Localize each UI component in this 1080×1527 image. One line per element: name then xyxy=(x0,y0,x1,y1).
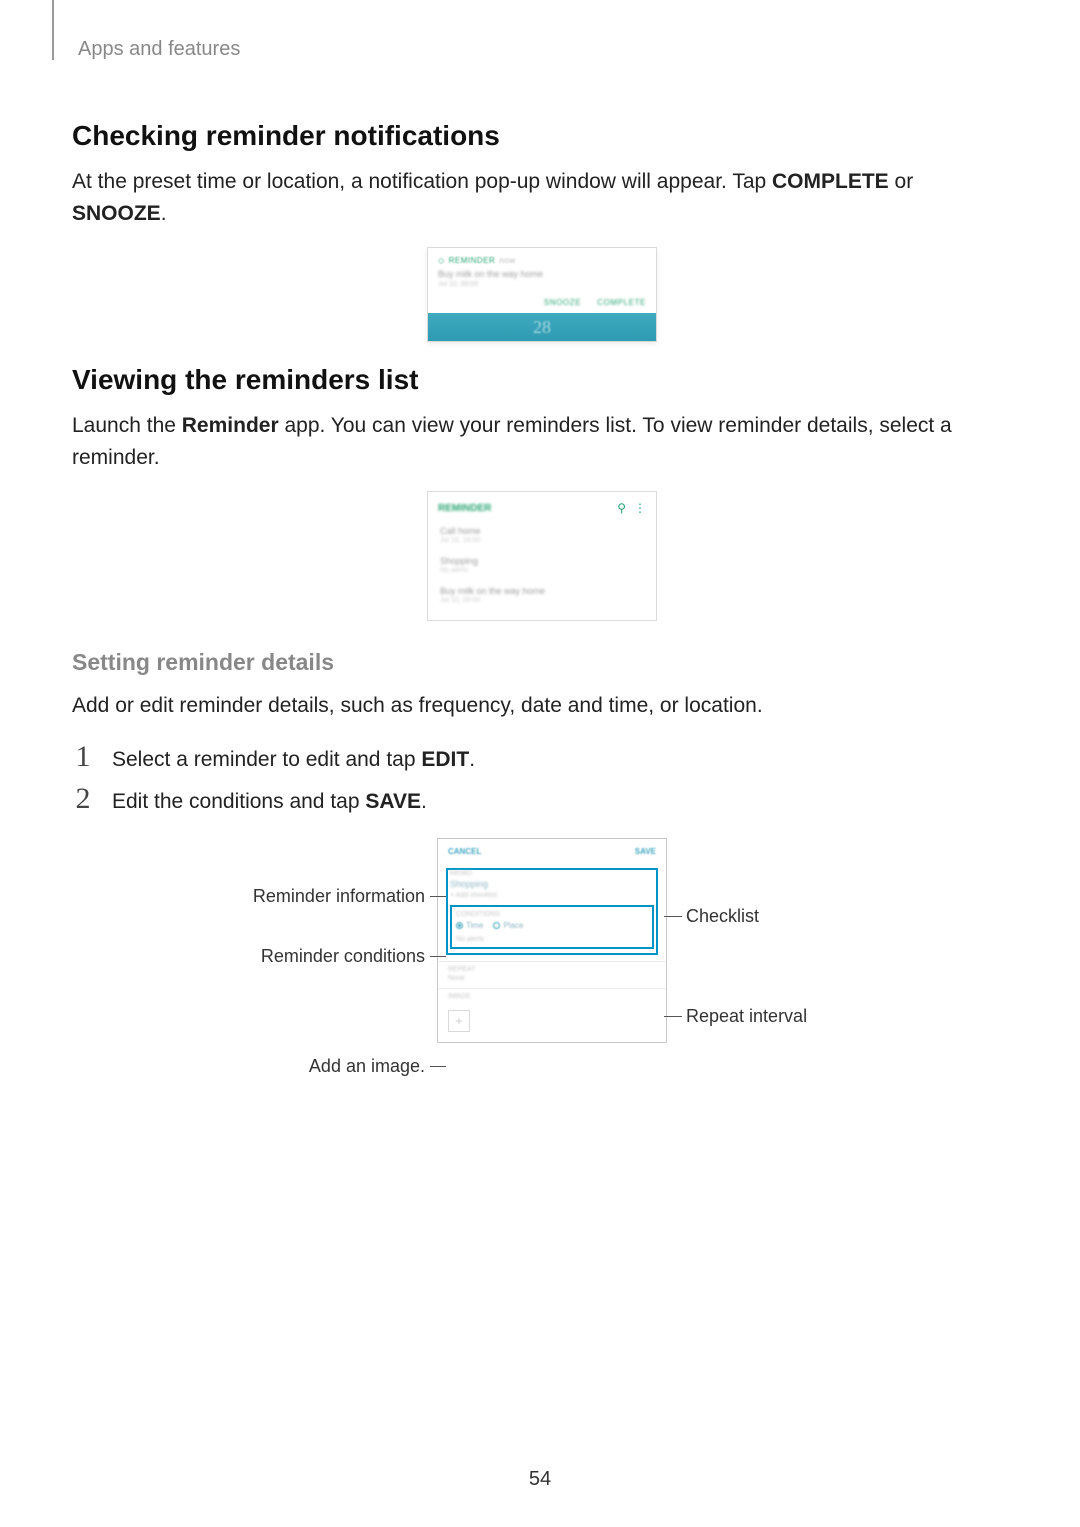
notification-actions: SNOOZE COMPLETE xyxy=(428,294,656,313)
list-item-title: Shopping xyxy=(440,556,644,566)
radio-time[interactable]: Time xyxy=(456,921,483,930)
page-edge-indicator xyxy=(52,0,54,60)
breadcrumb: Apps and features xyxy=(78,38,240,61)
page-content: Checking reminder notifications At the p… xyxy=(72,100,1012,1138)
radio-dot-icon xyxy=(493,922,500,929)
text: or xyxy=(889,170,914,193)
step-text: Select a reminder to edit and tap EDIT. xyxy=(112,748,475,772)
conditions-radio-row: Time Place xyxy=(456,921,648,930)
callout-line xyxy=(664,916,682,917)
para-setting-details: Add or edit reminder details, such as fr… xyxy=(72,690,1012,722)
radio-place-label: Place xyxy=(503,921,523,930)
bold-save: SAVE xyxy=(365,790,421,813)
callout-reminder-information: Reminder information xyxy=(217,886,425,907)
bold-reminder: Reminder xyxy=(182,414,279,437)
list-item[interactable]: Shopping No alerts xyxy=(428,550,656,580)
repeat-value[interactable]: None xyxy=(448,975,656,982)
bold-edit: EDIT xyxy=(421,748,469,771)
text: . xyxy=(421,790,427,813)
callout-repeat-interval: Repeat interval xyxy=(686,1006,807,1027)
add-image-button[interactable]: + xyxy=(448,1010,470,1032)
heading-checking-notifications: Checking reminder notifications xyxy=(72,120,1012,152)
search-icon[interactable]: ⚲ xyxy=(617,502,626,514)
callout-checklist: Checklist xyxy=(686,906,759,927)
cancel-button[interactable]: CANCEL xyxy=(448,847,481,856)
list-item[interactable]: Call home Jul 10, 16:00 xyxy=(428,520,656,550)
callout-line xyxy=(430,896,446,897)
repeat-section: REPEAT None xyxy=(438,961,666,988)
conditions-label: CONDITIONS xyxy=(456,911,648,918)
no-alerts-text: No alerts xyxy=(456,936,648,943)
para-viewing-list: Launch the Reminder app. You can view yo… xyxy=(72,410,1012,473)
radio-time-label: Time xyxy=(466,921,483,930)
list-item-title: Call home xyxy=(440,526,644,536)
figure-edit-reminder: CANCEL SAVE MEMO Shopping + Add checklis… xyxy=(162,838,922,1138)
complete-button[interactable]: COMPLETE xyxy=(597,298,646,307)
highlight-info-section: MEMO Shopping + Add checklist CONDITIONS… xyxy=(446,868,658,955)
callout-line xyxy=(664,1016,682,1017)
notification-title: Buy milk on the way home xyxy=(438,269,646,279)
bold-complete: COMPLETE xyxy=(772,170,889,193)
notification-subtitle: Jul 10, 09:00 xyxy=(438,281,646,288)
callout-line xyxy=(430,956,446,957)
reminder-list-card: REMINDER ⚲ ⋮ Call home Jul 10, 16:00 Sho… xyxy=(427,491,657,621)
callout-line xyxy=(430,1066,446,1067)
figure-notification-popup: ◇ REMINDER now Buy milk on the way home … xyxy=(72,247,1012,342)
reminder-list-header: REMINDER ⚲ ⋮ xyxy=(428,492,656,520)
page-number: 54 xyxy=(0,1468,1080,1491)
image-label: IMAGE xyxy=(448,993,656,1000)
callout-add-image: Add an image. xyxy=(217,1056,425,1077)
memo-field[interactable]: Shopping xyxy=(450,879,654,889)
callout-reminder-conditions: Reminder conditions xyxy=(217,946,425,967)
notification-card: ◇ REMINDER now Buy milk on the way home … xyxy=(427,247,657,342)
repeat-label: REPEAT xyxy=(448,966,656,973)
step-row: 2 Edit the conditions and tap SAVE. xyxy=(72,782,1012,816)
plus-icon: + xyxy=(455,1014,462,1028)
step-number-2: 2 xyxy=(72,782,94,816)
snooze-button[interactable]: SNOOZE xyxy=(544,298,581,307)
notification-source: REMINDER xyxy=(449,256,496,265)
lightbulb-icon: ◇ xyxy=(438,256,445,265)
more-icon[interactable]: ⋮ xyxy=(634,502,646,514)
para-checking-notifications: At the preset time or location, a notifi… xyxy=(72,166,1012,229)
clock-display: 28 xyxy=(533,317,551,338)
edit-reminder-card: CANCEL SAVE MEMO Shopping + Add checklis… xyxy=(437,838,667,1043)
heading-setting-details: Setting reminder details xyxy=(72,649,1012,676)
heading-viewing-list: Viewing the reminders list xyxy=(72,364,1012,396)
text: Select a reminder to edit and tap xyxy=(112,748,421,771)
list-item[interactable]: Buy milk on the way home Jul 10, 09:00 xyxy=(428,580,656,610)
text: . xyxy=(161,202,167,225)
radio-dot-icon xyxy=(456,922,463,929)
reminder-list-title: REMINDER xyxy=(438,503,491,514)
image-section: IMAGE xyxy=(438,988,666,1006)
text: Edit the conditions and tap xyxy=(112,790,365,813)
edit-top-bar: CANCEL SAVE xyxy=(438,839,666,864)
memo-label: MEMO xyxy=(450,870,654,877)
list-item-title: Buy milk on the way home xyxy=(440,586,644,596)
list-item-sub: No alerts xyxy=(440,567,644,574)
list-item-sub: Jul 10, 09:00 xyxy=(440,597,644,604)
notification-source-row: ◇ REMINDER now xyxy=(438,256,646,265)
bold-snooze: SNOOZE xyxy=(72,202,161,225)
notification-time-meta: now xyxy=(499,256,515,265)
figure-reminder-list: REMINDER ⚲ ⋮ Call home Jul 10, 16:00 Sho… xyxy=(72,491,1012,621)
step-row: 1 Select a reminder to edit and tap EDIT… xyxy=(72,740,1012,774)
text: At the preset time or location, a notifi… xyxy=(72,170,772,193)
step-text: Edit the conditions and tap SAVE. xyxy=(112,790,427,814)
notification-body: ◇ REMINDER now Buy milk on the way home … xyxy=(428,248,656,294)
list-item-sub: Jul 10, 16:00 xyxy=(440,537,644,544)
notification-bottom-bar: 28 xyxy=(428,313,656,341)
text: Launch the xyxy=(72,414,182,437)
text: . xyxy=(469,748,475,771)
save-button[interactable]: SAVE xyxy=(635,847,656,856)
radio-place[interactable]: Place xyxy=(493,921,523,930)
add-checklist-hint[interactable]: + Add checklist xyxy=(450,892,654,899)
highlight-conditions-section: CONDITIONS Time Place No alerts xyxy=(450,905,654,949)
step-number-1: 1 xyxy=(72,740,94,774)
